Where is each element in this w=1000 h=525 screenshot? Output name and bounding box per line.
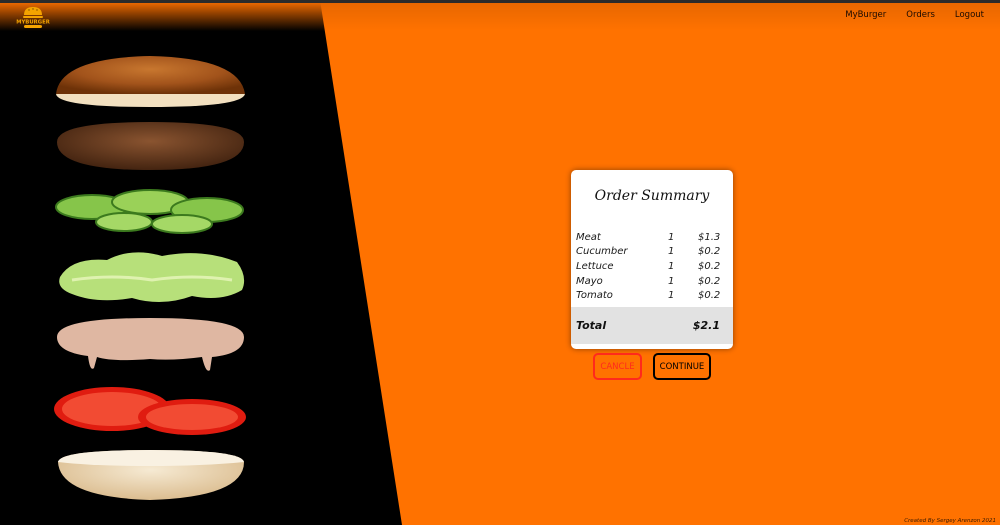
meat-patty	[57, 122, 244, 170]
item-price: $0.2	[698, 290, 721, 302]
tomato-slices	[54, 387, 246, 435]
item-quantity: 1	[668, 290, 675, 302]
order-item-tomato: Tomato 1 $0.2	[576, 288, 728, 303]
order-item-meat: Meat 1 $1.3	[576, 230, 728, 245]
continue-button[interactable]: CONTINUE	[653, 353, 711, 380]
item-name: Meat	[576, 231, 601, 243]
logo[interactable]: MYBURGER	[15, 4, 51, 30]
nav-link-orders[interactable]: Orders	[906, 10, 935, 20]
item-name: Cucumber	[576, 246, 628, 258]
order-items-list: Meat 1 $1.3 Cucumber 1 $0.2 Lettuce 1 $0…	[576, 230, 728, 303]
order-item-lettuce: Lettuce 1 $0.2	[576, 259, 728, 274]
window-top-border	[0, 0, 1000, 3]
order-total-row: Total $2.1	[571, 307, 733, 344]
item-price: $0.2	[698, 260, 721, 272]
nav-link-myburger[interactable]: MyBurger	[845, 10, 886, 20]
item-name: Lettuce	[576, 260, 614, 272]
cancel-button[interactable]: CANCLE	[593, 353, 642, 380]
mayo-layer	[57, 318, 244, 371]
bottom-bun	[58, 450, 244, 500]
item-price: $0.2	[698, 275, 721, 287]
item-quantity: 1	[668, 275, 675, 287]
nav-links: MyBurger Orders Logout	[845, 10, 984, 20]
cucumber-slices	[55, 189, 244, 234]
item-quantity: 1	[668, 246, 675, 258]
total-label: Total	[576, 319, 607, 332]
order-item-cucumber: Cucumber 1 $0.2	[576, 245, 728, 260]
lettuce-leaf	[59, 252, 245, 303]
logo-text: MYBURGER	[16, 20, 50, 26]
order-summary-card: Order Summary Meat 1 $1.3 Cucumber 1 $0.…	[571, 170, 733, 349]
nav-link-logout[interactable]: Logout	[955, 10, 984, 20]
top-bun	[56, 56, 245, 107]
order-summary-title: Order Summary	[594, 188, 710, 204]
item-quantity: 1	[668, 260, 675, 272]
navbar: MYBURGER MyBurger Orders Logout	[0, 3, 1000, 31]
burger-illustration	[54, 56, 246, 500]
item-price: $0.2	[698, 246, 721, 258]
item-name: Mayo	[576, 275, 603, 287]
burger-logo-icon: MYBURGER	[16, 7, 50, 28]
footer-credit: Created By Sergey Arenzon 2021	[904, 518, 996, 524]
item-name: Tomato	[576, 290, 613, 302]
total-value: $2.1	[692, 319, 720, 332]
order-item-mayo: Mayo 1 $0.2	[576, 274, 728, 289]
item-price: $1.3	[698, 231, 721, 243]
item-quantity: 1	[668, 231, 675, 243]
